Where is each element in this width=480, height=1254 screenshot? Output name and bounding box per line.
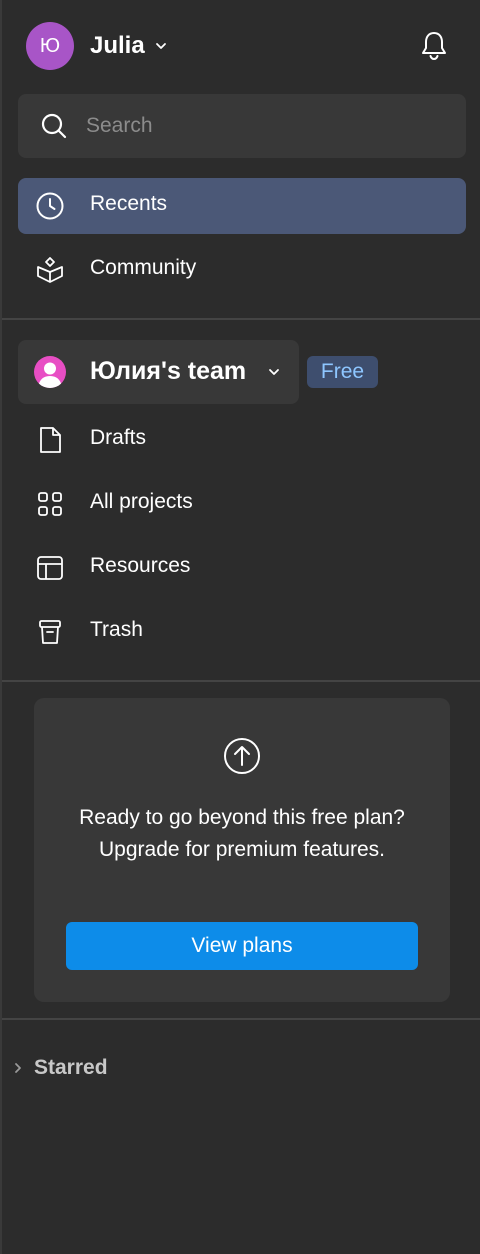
bell-icon (422, 32, 446, 61)
team-name: Юлия's team (90, 357, 247, 385)
user-menu-button[interactable]: Julia (90, 30, 169, 62)
search-icon (41, 113, 67, 139)
notifications-button[interactable] (416, 28, 452, 64)
chevron-down-icon (155, 43, 166, 49)
sidebar-panel: Ю Julia Recents (0, 0, 480, 1254)
plan-badge: Free (307, 356, 378, 388)
nav-item-label: Recents (90, 192, 168, 215)
team-avatar (34, 356, 66, 388)
team-switcher[interactable]: Юлия's team (18, 340, 299, 404)
nav-item-drafts[interactable]: Drafts (18, 412, 466, 468)
nav-item-recents[interactable]: Recents (18, 178, 466, 234)
nav-item-trash[interactable]: Trash (18, 604, 466, 660)
starred-section-toggle[interactable]: Starred (10, 1052, 108, 1084)
layout-icon (34, 552, 66, 584)
starred-label: Starred (34, 1056, 108, 1079)
chevron-down-icon (269, 369, 279, 375)
search-box[interactable] (18, 94, 466, 158)
avatar-initial: Ю (39, 34, 61, 57)
upgrade-message: Ready to go beyond this free plan? Upgra… (79, 806, 405, 861)
nav-item-resources[interactable]: Resources (18, 540, 466, 596)
search-input[interactable] (86, 106, 446, 146)
trash-icon (34, 616, 66, 648)
divider (2, 680, 480, 682)
grid-icon (34, 488, 66, 520)
nav-item-label: All projects (90, 490, 193, 513)
user-silhouette-icon (38, 362, 62, 388)
nav-item-label: Trash (90, 618, 143, 641)
chevron-right-icon (15, 1063, 21, 1073)
nav-item-all-projects[interactable]: All projects (18, 476, 466, 532)
upgrade-card: Ready to go beyond this free plan? Upgra… (34, 698, 450, 1002)
view-plans-button[interactable]: View plans (66, 922, 418, 970)
nav-item-community[interactable]: Community (18, 242, 466, 298)
nav-item-label: Community (90, 256, 197, 279)
divider (2, 318, 480, 320)
file-icon (34, 424, 66, 456)
clock-icon (34, 190, 66, 222)
divider (2, 1018, 480, 1020)
arrow-up-circle-icon (224, 738, 260, 774)
nav-item-label: Drafts (90, 426, 147, 449)
user-avatar[interactable]: Ю (26, 22, 74, 70)
community-icon (34, 254, 66, 286)
nav-item-label: Resources (90, 554, 191, 577)
user-name: Julia (90, 32, 145, 59)
sidebar-header: Ю Julia (2, 0, 480, 94)
